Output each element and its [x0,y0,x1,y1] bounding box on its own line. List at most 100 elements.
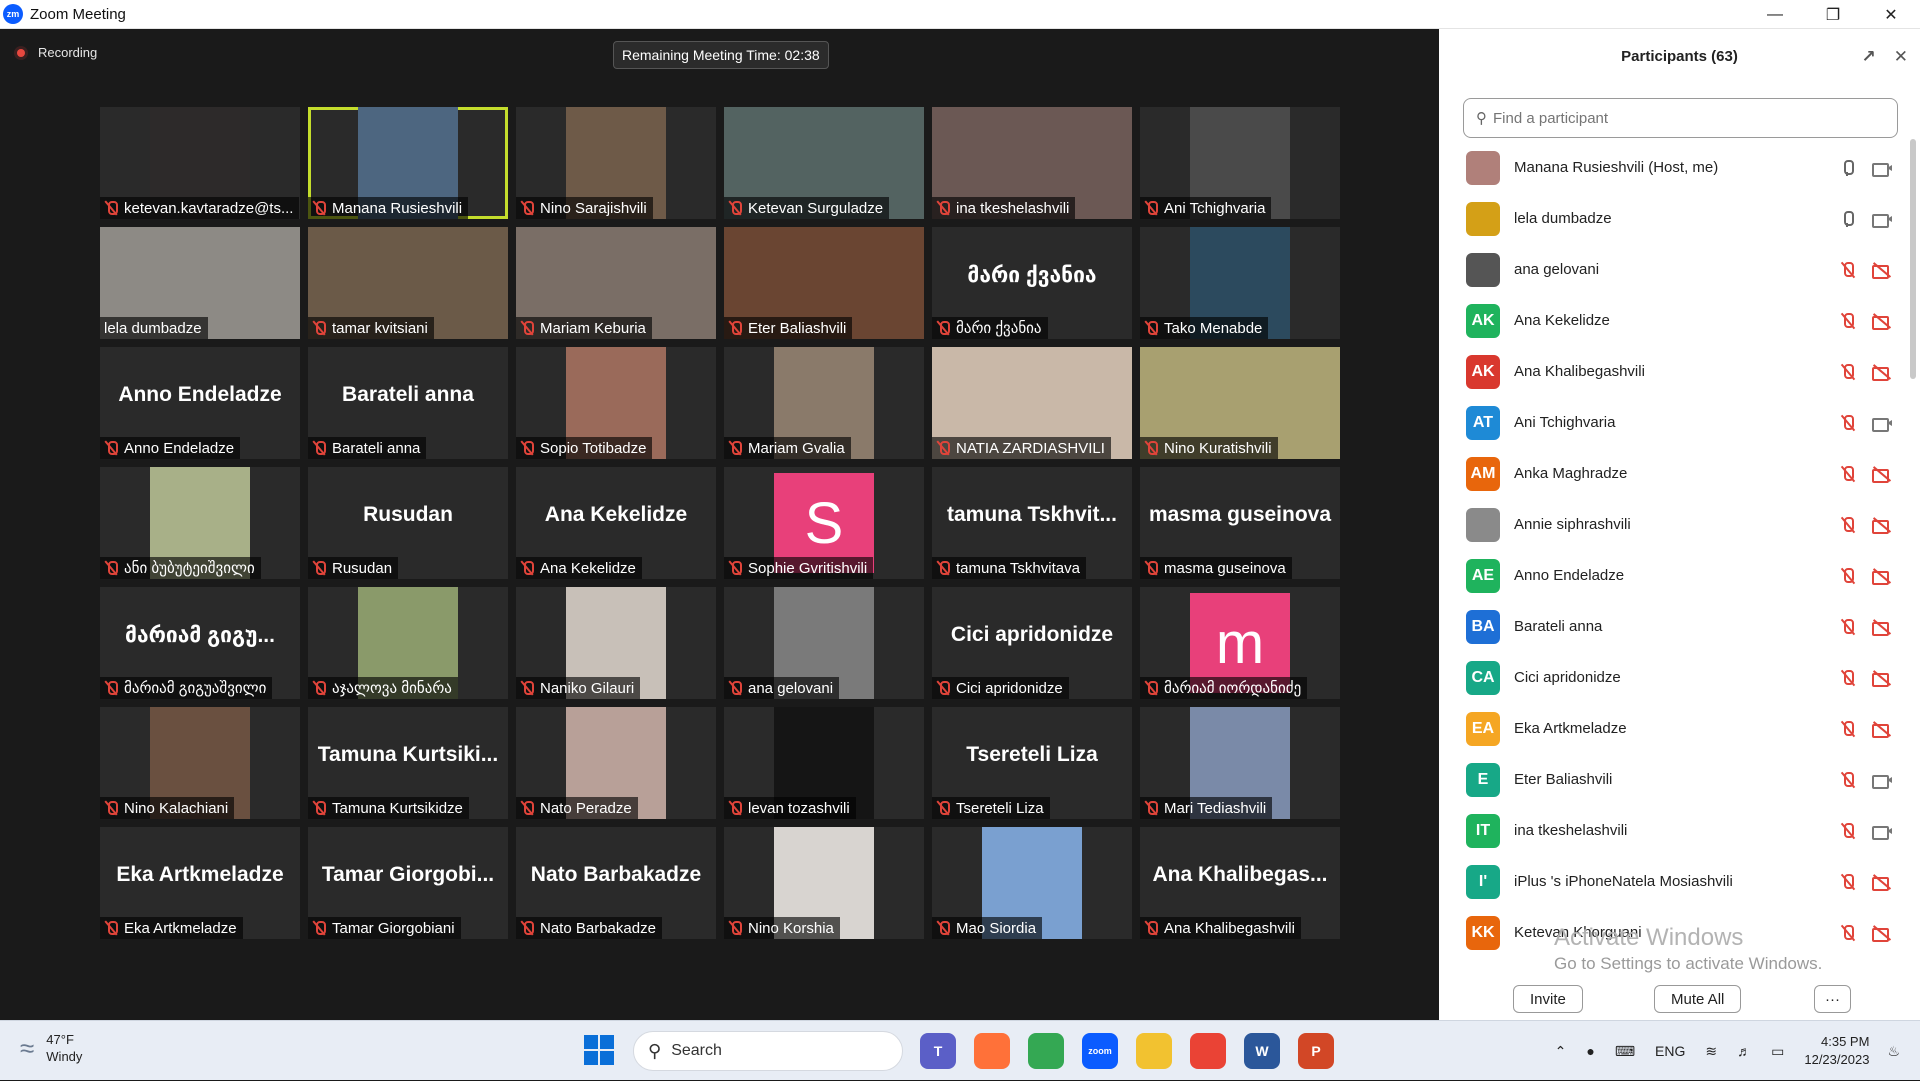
video-tile[interactable]: Naniko Gilauri [516,587,716,699]
microphone-muted-icon[interactable] [1838,414,1858,432]
video-tile[interactable]: Ketevan Surguladze [724,107,924,219]
taskbar-zoom-icon[interactable]: zoom [1082,1033,1118,1069]
video-tile[interactable]: ანი ბუბუტეიშვილი [100,467,300,579]
invite-button[interactable]: Invite [1513,985,1583,1013]
participant-row[interactable]: I' iPlus 's iPhoneNatela Mosiashvili [1439,856,1920,907]
close-icon[interactable]: ✕ [1862,0,1920,29]
restore-icon[interactable]: ❐ [1804,0,1862,29]
video-tile[interactable]: Tamuna Kurtsiki... Tamuna Kurtsikidze [308,707,508,819]
video-tile[interactable]: Anno Endeladze Anno Endeladze [100,347,300,459]
microphone-muted-icon[interactable] [1838,618,1858,636]
camera-off-icon[interactable] [1872,363,1892,381]
video-tile[interactable]: მარიამ გიგუ... მარიამ გიგუაშვილი [100,587,300,699]
camera-off-icon[interactable] [1872,669,1892,687]
participant-row[interactable]: E Eter Baliashvili [1439,754,1920,805]
popout-icon[interactable]: ↗ [1862,47,1876,67]
volume-icon[interactable]: ♬ [1737,1043,1751,1059]
close-panel-icon[interactable]: ✕ [1894,47,1908,67]
video-tile[interactable]: Eter Baliashvili [724,227,924,339]
camera-off-icon[interactable] [1872,261,1892,279]
microphone-icon[interactable]: ● [1586,1043,1594,1059]
taskbar-file-explorer-icon[interactable] [1136,1033,1172,1069]
camera-off-icon[interactable] [1872,618,1892,636]
video-tile[interactable]: tamar kvitsiani [308,227,508,339]
video-tile[interactable]: masma guseinova masma guseinova [1140,467,1340,579]
video-tile[interactable]: Mariam Keburia [516,227,716,339]
camera-off-icon[interactable] [1872,924,1892,942]
video-tile[interactable]: levan tozashvili [724,707,924,819]
taskbar-search[interactable]: ⚲ Search [633,1031,903,1071]
video-tile[interactable]: Mariam Gvalia [724,347,924,459]
participant-row[interactable]: lela dumbadze [1439,193,1920,244]
video-tile[interactable]: Nino Sarajishvili [516,107,716,219]
participant-row[interactable]: Manana Rusieshvili (Host, me) [1439,142,1920,193]
participant-row[interactable]: AK Ana Khalibegashvili [1439,346,1920,397]
taskbar-chrome-2-icon[interactable] [1190,1033,1226,1069]
video-tile[interactable]: Eka Artkmeladze Eka Artkmeladze [100,827,300,939]
taskbar-teams-icon[interactable]: T [920,1033,956,1069]
participant-row[interactable]: CA Cici apridonidze [1439,652,1920,703]
participant-search-input[interactable] [1493,109,1873,127]
video-tile[interactable]: Tako Menabde [1140,227,1340,339]
camera-off-icon[interactable] [1872,312,1892,330]
camera-icon[interactable] [1872,414,1892,432]
video-tile[interactable]: tamuna Tskhvit... tamuna Tskhvitava [932,467,1132,579]
wifi-icon[interactable]: ≋ [1705,1043,1717,1060]
video-tile[interactable]: Nino Kuratishvili [1140,347,1340,459]
microphone-icon[interactable] [1838,210,1858,228]
camera-off-icon[interactable] [1872,873,1892,891]
more-button[interactable]: ··· [1814,985,1851,1013]
taskbar-chrome-icon[interactable] [1028,1033,1064,1069]
video-tile[interactable]: Cici apridonidze Cici apridonidze [932,587,1132,699]
video-tile[interactable]: Ani Tchighvaria [1140,107,1340,219]
battery-icon[interactable]: ▭ [1771,1043,1784,1060]
language-indicator[interactable]: ENG [1655,1043,1685,1059]
video-tile[interactable]: NATIA ZARDIASHVILI [932,347,1132,459]
camera-icon[interactable] [1872,159,1892,177]
keyboard-icon[interactable]: ⌨ [1615,1043,1635,1060]
video-tile[interactable]: მარი ქვანია მარი ქვანია [932,227,1132,339]
video-tile[interactable]: Nino Kalachiani [100,707,300,819]
video-tile[interactable]: S Sophie Gvritishvili [724,467,924,579]
microphone-muted-icon[interactable] [1838,924,1858,942]
microphone-icon[interactable] [1838,159,1858,177]
camera-off-icon[interactable] [1872,516,1892,534]
video-tile[interactable]: lela dumbadze [100,227,300,339]
video-tile[interactable]: Ana Kekelidze Ana Kekelidze [516,467,716,579]
camera-icon[interactable] [1872,210,1892,228]
microphone-muted-icon[interactable] [1838,822,1858,840]
video-tile[interactable]: Ana Khalibegas... Ana Khalibegashvili [1140,827,1340,939]
minimize-icon[interactable]: — [1746,0,1804,29]
microphone-muted-icon[interactable] [1838,312,1858,330]
camera-icon[interactable] [1872,822,1892,840]
windows-start-icon[interactable] [584,1035,614,1065]
participant-row[interactable]: Annie siphrashvili [1439,499,1920,550]
video-tile[interactable]: Nato Peradze [516,707,716,819]
participant-row[interactable]: AK Ana Kekelidze [1439,295,1920,346]
video-tile[interactable]: Mari Tediashvili [1140,707,1340,819]
weather-widget[interactable]: ≈ 47°F Windy [20,1031,82,1065]
recording-indicator[interactable]: Recording [14,45,97,60]
participant-search[interactable]: ⚲ [1463,98,1898,138]
taskbar-powerpoint-icon[interactable]: P [1298,1033,1334,1069]
microphone-muted-icon[interactable] [1838,465,1858,483]
video-tile[interactable]: m მარიამ იორდანიძე [1140,587,1340,699]
video-tile[interactable]: Manana Rusieshvili [308,107,508,219]
participant-row[interactable]: AM Anka Maghradze [1439,448,1920,499]
taskbar-firefox-icon[interactable] [974,1033,1010,1069]
video-tile[interactable]: აჯალოვა მინარა [308,587,508,699]
video-tile[interactable]: Sopio Totibadze [516,347,716,459]
microphone-muted-icon[interactable] [1838,720,1858,738]
camera-off-icon[interactable] [1872,720,1892,738]
video-tile[interactable]: ketevan.kavtaradze@ts... [100,107,300,219]
video-tile[interactable]: ina tkeshelashvili [932,107,1132,219]
microphone-muted-icon[interactable] [1838,363,1858,381]
notification-bell-icon[interactable]: ♨ [1887,1043,1900,1060]
video-tile[interactable]: Rusudan Rusudan [308,467,508,579]
participant-row[interactable]: BA Barateli anna [1439,601,1920,652]
video-tile[interactable]: ana gelovani [724,587,924,699]
participant-row[interactable]: AE Anno Endeladze [1439,550,1920,601]
participant-row[interactable]: AT Ani Tchighvaria [1439,397,1920,448]
video-tile[interactable]: Tsereteli Liza Tsereteli Liza [932,707,1132,819]
mute-all-button[interactable]: Mute All [1654,985,1742,1013]
